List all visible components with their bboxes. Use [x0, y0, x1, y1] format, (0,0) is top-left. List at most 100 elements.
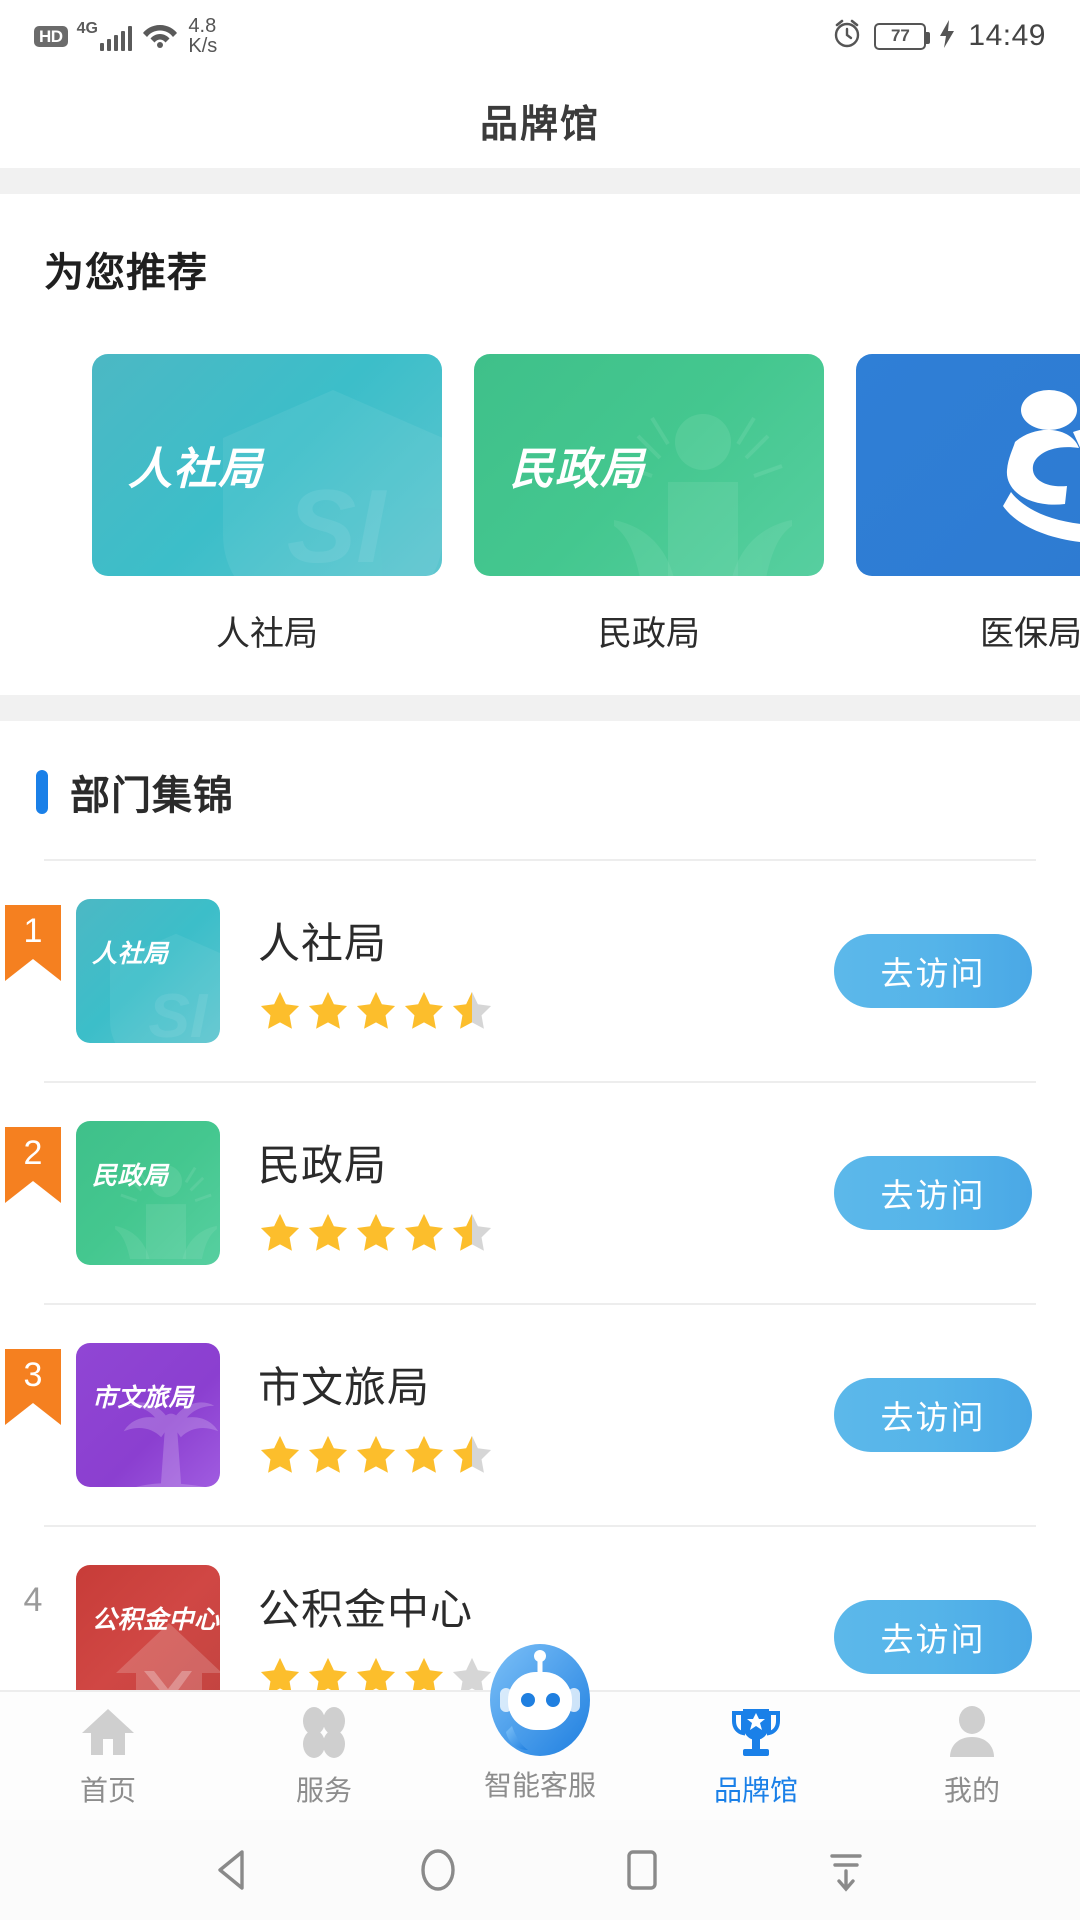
star-icon	[308, 1435, 348, 1473]
tab-label: 首页	[79, 1775, 136, 1806]
svg-text:SI: SI	[287, 469, 387, 576]
status-bar-right: 77 14:49	[831, 18, 1046, 55]
rank-number: 3	[23, 1356, 43, 1394]
recommend-card-image[interactable]: 民政局	[474, 354, 824, 576]
clock-time: 14:49	[968, 19, 1046, 52]
department-name: 民政局	[258, 1141, 388, 1189]
rank-number: 2	[23, 1134, 43, 1172]
section-separator-mid	[0, 695, 1080, 721]
recommend-card-0[interactable]: SI 人社局 人社局	[92, 354, 442, 655]
thumbnail-text: 人社局	[92, 940, 169, 968]
rank-badge: 1	[0, 905, 66, 981]
signal-bars	[99, 25, 133, 51]
tab-label: 品牌馆	[713, 1775, 798, 1806]
star-icon	[452, 991, 492, 1029]
rating-stars	[258, 1211, 834, 1255]
recents-square-icon[interactable]	[613, 1841, 671, 1899]
star-icon	[308, 1213, 348, 1251]
star-icon	[452, 1213, 492, 1251]
charging-bolt-icon	[937, 19, 957, 54]
department-thumbnail[interactable]: 民政局	[76, 1121, 220, 1265]
star-icon	[260, 1213, 300, 1251]
recommend-title: 为您推荐	[44, 251, 208, 295]
star-icon	[404, 991, 444, 1029]
bottom-tab-bar: 首页 服务 智能客服 品牌馆 我的	[0, 1644, 1080, 1820]
visit-button[interactable]: 去访问	[834, 1156, 1032, 1230]
recommend-section: 为您推荐 SI 人社局 人社局 民政局 民政局 医保局	[0, 194, 1080, 695]
section-accent-bar	[36, 770, 48, 814]
tab-smart-service[interactable]: 智能客服	[432, 1644, 648, 1804]
departments-title: 部门集锦	[70, 774, 234, 818]
recommend-card-label: 人社局	[216, 615, 318, 653]
visit-button[interactable]: 去访问	[834, 1600, 1032, 1674]
star-icon	[260, 991, 300, 1029]
table-row[interactable]: 1 SI 人社局 人社局 去访问	[0, 861, 1080, 1081]
rank-number: 4	[23, 1581, 43, 1619]
recommend-card-label: 医保局	[980, 615, 1080, 653]
ribbon-icon: 2	[5, 1127, 61, 1203]
thumbnail-text: 公积金中心	[92, 1606, 220, 1634]
robot-icon[interactable]	[478, 1640, 602, 1764]
app-header: 品牌馆	[0, 72, 1080, 168]
wifi-icon	[141, 19, 179, 54]
rank-badge: 2	[0, 1127, 66, 1203]
hd-icon: HD	[34, 25, 68, 47]
recommend-card-text: 人社局	[128, 445, 263, 494]
star-icon	[356, 1213, 396, 1251]
speed-unit: K/s	[188, 35, 218, 57]
recommend-card-2[interactable]: 医保局	[856, 354, 1080, 655]
department-thumbnail[interactable]: 市文旅局	[76, 1343, 220, 1487]
department-name: 公积金中心	[258, 1585, 474, 1633]
recommend-carousel[interactable]: SI 人社局 人社局 民政局 民政局 医保局	[0, 298, 1080, 655]
tab-mine[interactable]: 我的	[864, 1703, 1080, 1809]
table-row[interactable]: 3 市文旅局 市文旅局 去访问	[0, 1305, 1080, 1525]
speed-value: 4.8	[188, 15, 217, 37]
tab-home[interactable]: 首页	[0, 1703, 216, 1809]
system-nav-bar	[0, 1820, 1080, 1920]
home-icon	[79, 1703, 137, 1761]
rating-stars	[258, 989, 834, 1033]
trophy-icon	[727, 1703, 785, 1761]
department-info: 人社局	[220, 910, 834, 1033]
recommend-card-1[interactable]: 民政局 民政局	[474, 354, 824, 655]
status-bar: HD 4G 4.8 K/s 77 14:49	[0, 0, 1080, 72]
pulldown-icon[interactable]	[817, 1841, 875, 1899]
back-icon[interactable]	[205, 1841, 263, 1899]
home-circle-icon[interactable]	[409, 1841, 467, 1899]
visit-button[interactable]: 去访问	[834, 934, 1032, 1008]
signal-icon: 4G	[77, 21, 133, 51]
rank-number: 1	[23, 912, 43, 950]
thumbnail-text: 市文旅局	[92, 1384, 195, 1412]
department-thumbnail[interactable]: 公积金中心	[76, 1565, 220, 1709]
battery-percent: 77	[890, 26, 910, 45]
section-separator-top	[0, 168, 1080, 194]
rank-badge: 3	[0, 1349, 66, 1425]
table-row[interactable]: 2 民政局 民政局 去访问	[0, 1083, 1080, 1303]
star-icon	[452, 1435, 492, 1473]
recommend-card-image[interactable]	[856, 354, 1080, 576]
star-icon	[356, 1435, 396, 1473]
recommend-card-image[interactable]: SI 人社局	[92, 354, 442, 576]
tab-brand-hall[interactable]: 品牌馆	[648, 1703, 864, 1809]
person-icon	[943, 1703, 1001, 1761]
star-icon	[260, 1435, 300, 1473]
star-icon	[356, 991, 396, 1029]
ribbon-icon: 1	[5, 905, 61, 981]
tab-label: 智能客服	[483, 1770, 596, 1801]
recommend-card-text: 民政局	[510, 445, 645, 494]
rating-stars	[258, 1433, 834, 1477]
grid-icon	[295, 1703, 353, 1761]
tab-label: 服务	[295, 1775, 352, 1806]
departments-section: 部门集锦 1 SI 人社局 人社局 去访问 2 民政局 民政局 去访问 3 市文…	[0, 721, 1080, 1747]
swirl-wave-icon	[981, 372, 1080, 562]
recommend-card-label: 民政局	[598, 615, 700, 653]
visit-button[interactable]: 去访问	[834, 1378, 1032, 1452]
tab-services[interactable]: 服务	[216, 1703, 432, 1809]
department-info: 市文旅局	[220, 1354, 834, 1477]
page-title: 品牌馆	[479, 103, 600, 146]
battery-icon: 77	[874, 22, 931, 50]
thumbnail-text: 民政局	[92, 1162, 169, 1190]
department-thumbnail[interactable]: SI 人社局	[76, 899, 220, 1043]
department-name: 人社局	[258, 919, 388, 967]
network-type-label: 4G	[76, 20, 98, 37]
